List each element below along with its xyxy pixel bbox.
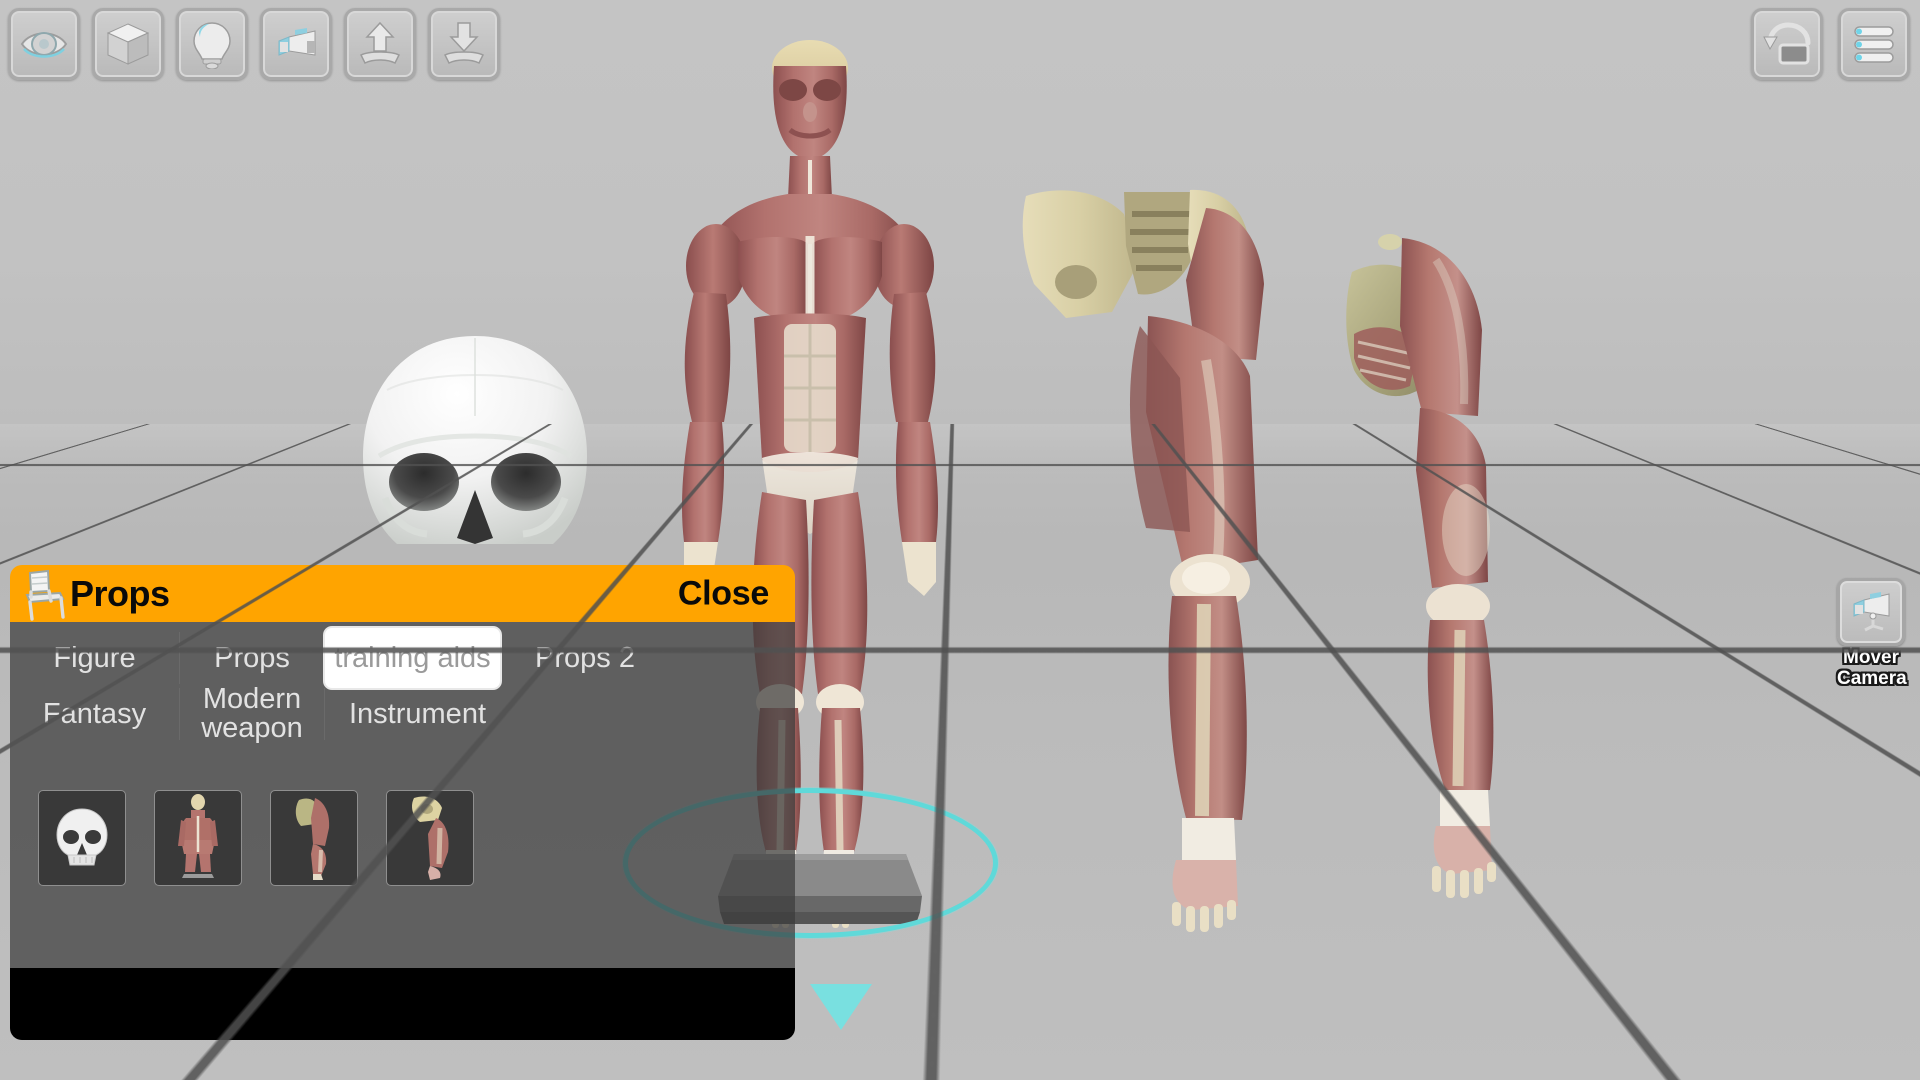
visibility-button[interactable] xyxy=(8,8,80,80)
model-arm-scapula[interactable] xyxy=(1340,230,1560,920)
eye-icon xyxy=(19,19,69,69)
props-panel-footer xyxy=(10,968,795,1040)
mover-camera-button[interactable] xyxy=(1837,578,1905,646)
lightbulb-icon xyxy=(187,19,237,69)
arm-thumbnail-icon xyxy=(291,794,337,882)
mover-camera-label-line2: Camera xyxy=(1837,669,1905,688)
camera-button[interactable] xyxy=(260,8,332,80)
load-button[interactable] xyxy=(344,8,416,80)
tab-figure[interactable]: Figure xyxy=(10,632,180,684)
skull-thumbnail-icon xyxy=(52,805,112,871)
tab-training-aids-label: training aids xyxy=(334,642,490,675)
tab-props-2-label: Props 2 xyxy=(535,642,635,675)
arrow-down-icon xyxy=(439,19,489,69)
model-skull[interactable] xyxy=(345,330,605,590)
selection-arrow xyxy=(810,984,872,1030)
list-item-full-body[interactable] xyxy=(154,790,242,886)
tab-figure-label: Figure xyxy=(53,642,135,675)
tab-fantasy-label: Fantasy xyxy=(43,698,146,731)
body-thumbnail-icon xyxy=(176,794,220,882)
tab-training-aids[interactable]: training aids xyxy=(325,628,500,688)
mover-camera-label-line1: Mover xyxy=(1837,648,1905,667)
close-button[interactable]: Close xyxy=(678,574,769,613)
tab-row-2: Fantasy Modern weapon Instrument xyxy=(10,688,795,740)
app-root: Mover Camera Props Close xyxy=(0,0,1920,1080)
leg-thumbnail-icon xyxy=(406,794,454,882)
tab-props-label: Props xyxy=(214,642,290,675)
tab-modern-weapon-label-2: weapon xyxy=(201,714,303,743)
object-button[interactable] xyxy=(92,8,164,80)
tab-instrument-label: Instrument xyxy=(349,698,486,731)
tab-instrument[interactable]: Instrument xyxy=(325,688,510,740)
props-panel[interactable]: Props Close Figure Props training aids P… xyxy=(10,565,795,1040)
save-button[interactable] xyxy=(428,8,500,80)
page-title: Props xyxy=(70,576,170,612)
mover-camera-control[interactable]: Mover Camera xyxy=(1837,578,1905,688)
props-item-grid xyxy=(38,790,474,886)
light-button[interactable] xyxy=(176,8,248,80)
rotate-screen-icon xyxy=(1762,19,1812,69)
mover-camera-icon xyxy=(1847,586,1895,639)
props-panel-header: Props Close xyxy=(10,565,795,622)
chair-icon xyxy=(22,569,68,621)
tab-props[interactable]: Props xyxy=(180,632,325,684)
model-leg-pelvis[interactable] xyxy=(1020,180,1280,940)
tab-props-2[interactable]: Props 2 xyxy=(500,632,670,684)
tab-row-1: Figure Props training aids Props 2 xyxy=(10,622,795,688)
list-item-leg-pelvis[interactable] xyxy=(386,790,474,886)
tab-modern-weapon[interactable]: Modern weapon xyxy=(180,688,325,740)
tab-modern-weapon-label-1: Modern xyxy=(203,685,301,714)
props-panel-body: Figure Props training aids Props 2 Fanta… xyxy=(10,622,795,1040)
rotate-screen-button[interactable] xyxy=(1751,8,1823,80)
camera-icon xyxy=(271,19,321,69)
list-item-skull[interactable] xyxy=(38,790,126,886)
tab-fantasy[interactable]: Fantasy xyxy=(10,688,180,740)
cube-icon xyxy=(103,19,153,69)
layers-button[interactable] xyxy=(1838,8,1910,80)
list-item-arm-scapula[interactable] xyxy=(270,790,358,886)
arrow-up-icon xyxy=(355,19,405,69)
layers-icon xyxy=(1849,19,1899,69)
